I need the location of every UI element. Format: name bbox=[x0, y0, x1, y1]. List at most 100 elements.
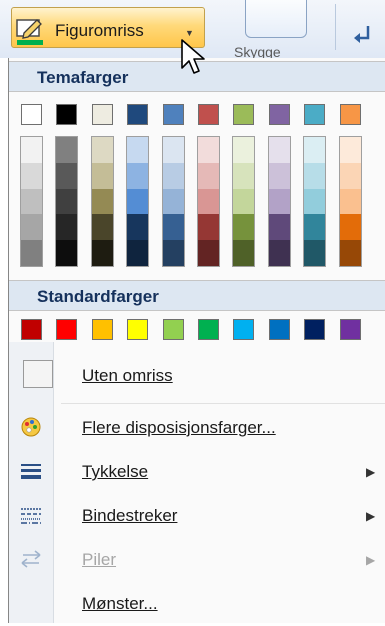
pencil-outline-icon bbox=[16, 19, 43, 45]
theme-shade-swatch[interactable] bbox=[339, 214, 361, 241]
theme-shade-column bbox=[303, 136, 327, 267]
theme-shade-column bbox=[161, 136, 185, 267]
theme-shade-swatch[interactable] bbox=[339, 240, 361, 266]
standard-color-swatch[interactable] bbox=[21, 319, 42, 340]
theme-shade-swatch[interactable] bbox=[127, 240, 149, 266]
theme-shade-swatch[interactable] bbox=[233, 214, 255, 241]
shadow-effects-button[interactable] bbox=[245, 0, 307, 38]
theme-shade-swatch[interactable] bbox=[91, 240, 113, 266]
menu-item-no-outline[interactable]: Uten omriss bbox=[9, 354, 385, 398]
menu-separator bbox=[61, 403, 385, 404]
theme-shade-swatch[interactable] bbox=[339, 162, 361, 189]
menu-item-arrows[interactable]: Piler ▶ bbox=[9, 538, 385, 582]
theme-color-swatch[interactable] bbox=[56, 104, 78, 125]
arrows-icon bbox=[21, 550, 41, 568]
theme-shade-swatch[interactable] bbox=[339, 137, 361, 163]
theme-color-swatch[interactable] bbox=[91, 104, 113, 125]
theme-shade-swatch[interactable] bbox=[268, 162, 290, 189]
theme-shade-swatch[interactable] bbox=[56, 162, 78, 189]
theme-shade-swatch[interactable] bbox=[127, 137, 149, 163]
no-outline-icon bbox=[23, 360, 53, 388]
chevron-down-icon[interactable]: ▼ bbox=[185, 28, 194, 38]
menu-item-pattern[interactable]: Mønster... bbox=[9, 582, 385, 626]
theme-shade-swatch[interactable] bbox=[198, 214, 219, 241]
theme-shade-swatch[interactable] bbox=[268, 240, 290, 266]
theme-shade-swatch[interactable] bbox=[268, 188, 290, 215]
theme-shade-column bbox=[55, 136, 79, 267]
theme-shade-swatch[interactable] bbox=[198, 188, 219, 215]
theme-shade-swatch[interactable] bbox=[304, 188, 326, 215]
theme-color-swatch[interactable] bbox=[198, 104, 219, 125]
theme-shade-column bbox=[197, 136, 220, 267]
theme-shade-swatch[interactable] bbox=[21, 162, 42, 189]
theme-color-swatch[interactable] bbox=[304, 104, 326, 125]
theme-shade-swatch[interactable] bbox=[233, 162, 255, 189]
menu-item-more-colors[interactable]: Flere disposisjonsfarger... bbox=[9, 406, 385, 450]
theme-shade-swatch[interactable] bbox=[162, 240, 184, 266]
theme-shade-swatch[interactable] bbox=[268, 214, 290, 241]
menu-item-label: Bindestreker bbox=[82, 506, 178, 525]
theme-shade-swatch[interactable] bbox=[91, 162, 113, 189]
theme-shade-swatch[interactable] bbox=[198, 162, 219, 189]
theme-shade-swatch[interactable] bbox=[56, 137, 78, 163]
theme-shade-swatch[interactable] bbox=[233, 137, 255, 163]
submenu-arrow-icon: ▶ bbox=[366, 509, 376, 523]
menu-item-weight[interactable]: Tykkelse ▶ bbox=[9, 450, 385, 494]
shape-outline-menu: Temafarger Standardfarger Uten omriss Fl… bbox=[8, 58, 385, 623]
standard-color-swatch[interactable] bbox=[162, 319, 184, 340]
theme-shade-swatch[interactable] bbox=[304, 214, 326, 241]
theme-shade-swatch[interactable] bbox=[127, 214, 149, 241]
theme-shade-swatch[interactable] bbox=[56, 214, 78, 241]
theme-color-swatch[interactable] bbox=[233, 104, 255, 125]
standard-colors-header: Standardfarger bbox=[9, 280, 385, 311]
standard-color-swatch[interactable] bbox=[91, 319, 113, 340]
theme-shade-swatch[interactable] bbox=[198, 137, 219, 163]
theme-shade-swatch[interactable] bbox=[198, 240, 219, 266]
menu-item-dashes[interactable]: Bindestreker ▶ bbox=[9, 494, 385, 538]
theme-shade-swatch[interactable] bbox=[91, 137, 113, 163]
theme-shade-column bbox=[20, 136, 43, 267]
theme-shade-swatch[interactable] bbox=[21, 137, 42, 163]
theme-shade-swatch[interactable] bbox=[339, 188, 361, 215]
standard-color-swatch[interactable] bbox=[233, 319, 255, 340]
standard-colors-title: Standardfarger bbox=[37, 287, 159, 306]
standard-color-swatch[interactable] bbox=[339, 319, 361, 340]
theme-shade-swatch[interactable] bbox=[91, 188, 113, 215]
standard-color-swatch[interactable] bbox=[268, 319, 290, 340]
theme-shade-swatch[interactable] bbox=[162, 162, 184, 189]
theme-shade-swatch[interactable] bbox=[162, 188, 184, 215]
theme-shade-swatch[interactable] bbox=[304, 137, 326, 163]
theme-color-swatch[interactable] bbox=[162, 104, 184, 125]
theme-shade-swatch[interactable] bbox=[56, 240, 78, 266]
theme-shade-swatch[interactable] bbox=[56, 188, 78, 215]
theme-shade-swatch[interactable] bbox=[127, 162, 149, 189]
nudge-arrow-icon[interactable] bbox=[352, 24, 378, 48]
theme-shade-swatch[interactable] bbox=[304, 240, 326, 266]
theme-shade-swatch[interactable] bbox=[127, 188, 149, 215]
menu-item-label: Uten omriss bbox=[82, 366, 173, 385]
standard-color-swatch[interactable] bbox=[198, 319, 219, 340]
theme-shade-swatch[interactable] bbox=[233, 188, 255, 215]
menu-item-label: Mønster... bbox=[82, 594, 158, 613]
standard-color-swatch[interactable] bbox=[127, 319, 149, 340]
standard-color-swatch[interactable] bbox=[304, 319, 326, 340]
theme-shade-column bbox=[267, 136, 291, 267]
theme-shade-column bbox=[338, 136, 362, 267]
menu-item-label: Tykkelse bbox=[82, 462, 149, 481]
theme-color-swatch[interactable] bbox=[339, 104, 361, 125]
theme-shade-swatch[interactable] bbox=[91, 214, 113, 241]
theme-shade-swatch[interactable] bbox=[21, 214, 42, 241]
theme-shade-swatch[interactable] bbox=[162, 137, 184, 163]
theme-shade-swatch[interactable] bbox=[268, 137, 290, 163]
menu-item-label: Piler bbox=[82, 550, 117, 569]
standard-color-swatch[interactable] bbox=[56, 319, 78, 340]
theme-color-swatch[interactable] bbox=[127, 104, 149, 125]
theme-color-swatch[interactable] bbox=[21, 104, 42, 125]
theme-shade-swatch[interactable] bbox=[233, 240, 255, 266]
theme-shade-swatch[interactable] bbox=[21, 188, 42, 215]
theme-shade-swatch[interactable] bbox=[304, 162, 326, 189]
theme-shade-swatch[interactable] bbox=[162, 214, 184, 241]
theme-shade-swatch[interactable] bbox=[21, 240, 42, 266]
theme-color-swatch[interactable] bbox=[268, 104, 290, 125]
submenu-arrow-icon: ▶ bbox=[366, 553, 376, 567]
